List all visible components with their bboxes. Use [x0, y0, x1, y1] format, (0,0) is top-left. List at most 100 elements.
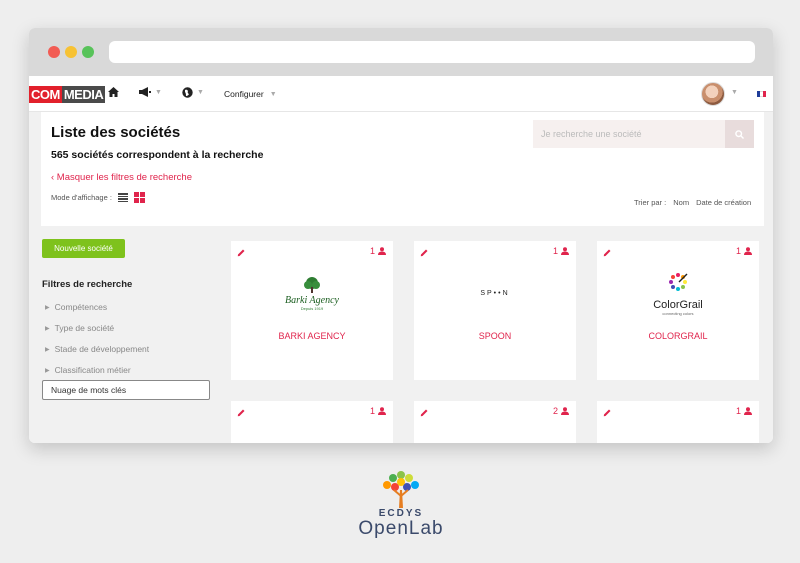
company-search-input[interactable]: Je recherche une société: [533, 120, 725, 148]
french-flag-icon[interactable]: [757, 91, 766, 97]
filter-label: Type de société: [54, 323, 115, 333]
top-navbar: COM MEDIA ▼ ▼ Configurer ▼ ▼: [29, 76, 773, 112]
minimize-window-button[interactable]: [65, 46, 77, 58]
chevron-down-icon: ▼: [197, 89, 204, 96]
browser-chrome: [29, 28, 773, 76]
list-header: Liste des sociétés 565 sociétés correspo…: [41, 112, 764, 226]
pencil-icon[interactable]: [603, 408, 612, 417]
sort-by-date[interactable]: Date de création: [696, 198, 751, 207]
color-burst-icon: [668, 272, 688, 291]
company-card[interactable]: 1 SP••N SPOON: [414, 241, 576, 380]
logo-text: SP••N: [480, 290, 510, 297]
pencil-icon[interactable]: [420, 408, 429, 417]
home-icon[interactable]: [108, 87, 119, 97]
count-value: 1: [369, 406, 375, 416]
configure-label: Configurer: [224, 89, 264, 99]
logo-text: Barki Agency: [285, 295, 339, 306]
user-icon: [744, 247, 752, 255]
user-icon: [561, 407, 569, 415]
language-menu[interactable]: ▼: [182, 87, 204, 98]
company-logo: Barki Agency Depuis 1919: [231, 266, 393, 321]
announcements-menu[interactable]: ▼: [139, 87, 162, 97]
address-bar[interactable]: [109, 41, 755, 63]
user-icon: [378, 407, 386, 415]
count-value: 2: [552, 406, 558, 416]
grid-view-icon[interactable]: [133, 192, 145, 203]
filter-company-type[interactable]: ▶ Type de société: [45, 323, 114, 333]
filter-label: Classification métier: [54, 365, 131, 375]
company-logo: SP••N: [414, 266, 576, 321]
chevron-down-icon: ▼: [155, 88, 162, 96]
filter-business-classification[interactable]: ▶ Classification métier: [45, 365, 131, 375]
company-card[interactable]: 1: [597, 401, 759, 443]
caret-right-icon: ▶: [45, 367, 50, 374]
caret-right-icon: ▶: [45, 346, 50, 353]
logo-subtext: connecting colors: [662, 310, 694, 316]
company-card[interactable]: 1 Barki Agency Depuis 1919 BARKI AGENCY: [231, 241, 393, 380]
sort-controls: Trier par : Nom Date de création: [634, 198, 751, 207]
caret-right-icon: ▶: [45, 304, 50, 311]
close-window-button[interactable]: [48, 46, 60, 58]
count-value: 1: [369, 246, 375, 256]
logo-subtext: Depuis 1919: [300, 306, 324, 311]
list-view-icon[interactable]: [117, 193, 128, 202]
count-value: 1: [552, 246, 558, 256]
member-count: 1: [370, 246, 386, 256]
chevron-down-icon: ▼: [269, 90, 277, 98]
main-content: Liste des sociétés 565 sociétés correspo…: [29, 112, 773, 443]
chevron-down-icon[interactable]: ▼: [731, 89, 738, 96]
tag-cloud-button[interactable]: Nuage de mots clés: [42, 380, 210, 400]
hide-filters-link[interactable]: ‹ Masquer les filtres de recherche: [51, 172, 192, 183]
globe-icon: [182, 87, 193, 98]
logo-com-text: COM: [29, 86, 62, 103]
filter-label: Compétences: [54, 302, 108, 312]
sort-label: Trier par :: [634, 198, 667, 207]
pencil-icon[interactable]: [420, 248, 429, 257]
company-card[interactable]: 1: [231, 401, 393, 443]
tree-logo-icon: [383, 471, 419, 508]
display-mode: Mode d'affichage :: [51, 192, 145, 203]
member-count: 1: [553, 246, 569, 256]
member-count: 1: [736, 246, 752, 256]
ecdys-openlab-logo: ECDYS OpenLab: [355, 468, 447, 540]
company-name[interactable]: SPOON: [414, 331, 576, 341]
member-count: 1: [736, 406, 752, 416]
sort-by-name[interactable]: Nom: [673, 198, 689, 207]
results-count: 565 sociétés correspondent à la recherch…: [51, 149, 264, 161]
filter-development-stage[interactable]: ▶ Stade de développement: [45, 344, 149, 354]
company-card[interactable]: 2: [414, 401, 576, 443]
display-mode-label: Mode d'affichage :: [51, 193, 112, 202]
member-count: 1: [370, 406, 386, 416]
brand-line2: OpenLab: [358, 518, 444, 539]
pencil-icon[interactable]: [237, 408, 246, 417]
logo-media-text: MEDIA: [61, 86, 106, 103]
search-button[interactable]: [725, 120, 754, 148]
maximize-window-button[interactable]: [82, 46, 94, 58]
company-card[interactable]: 1 ColorGrail connecting colors COLORGRAI…: [597, 241, 759, 380]
comedia-logo[interactable]: COM MEDIA: [29, 86, 106, 103]
configure-menu[interactable]: Configurer ▼: [224, 89, 277, 99]
caret-right-icon: ▶: [45, 325, 50, 332]
company-name[interactable]: COLORGRAIL: [597, 331, 759, 341]
pencil-icon[interactable]: [237, 248, 246, 257]
user-avatar[interactable]: [701, 82, 725, 106]
count-value: 1: [735, 406, 741, 416]
tree-logo-icon: [304, 277, 320, 293]
megaphone-icon: [139, 87, 151, 97]
new-company-button[interactable]: Nouvelle société: [42, 239, 125, 258]
user-icon: [561, 247, 569, 255]
company-name[interactable]: BARKI AGENCY: [231, 331, 393, 341]
user-icon: [744, 407, 752, 415]
page-title: Liste des sociétés: [51, 124, 181, 141]
search-icon: [735, 129, 744, 139]
filter-label: Stade de développement: [54, 344, 150, 354]
member-count: 2: [553, 406, 569, 416]
user-icon: [378, 247, 386, 255]
pencil-icon[interactable]: [603, 248, 612, 257]
logo-text: ColorGrail: [653, 298, 703, 311]
company-logo: ColorGrail connecting colors: [597, 266, 759, 321]
filters-title: Filtres de recherche: [42, 279, 133, 290]
browser-window: COM MEDIA ▼ ▼ Configurer ▼ ▼ Liste des s…: [29, 28, 773, 443]
filter-competences[interactable]: ▶ Compétences: [45, 302, 107, 312]
count-value: 1: [735, 246, 741, 256]
